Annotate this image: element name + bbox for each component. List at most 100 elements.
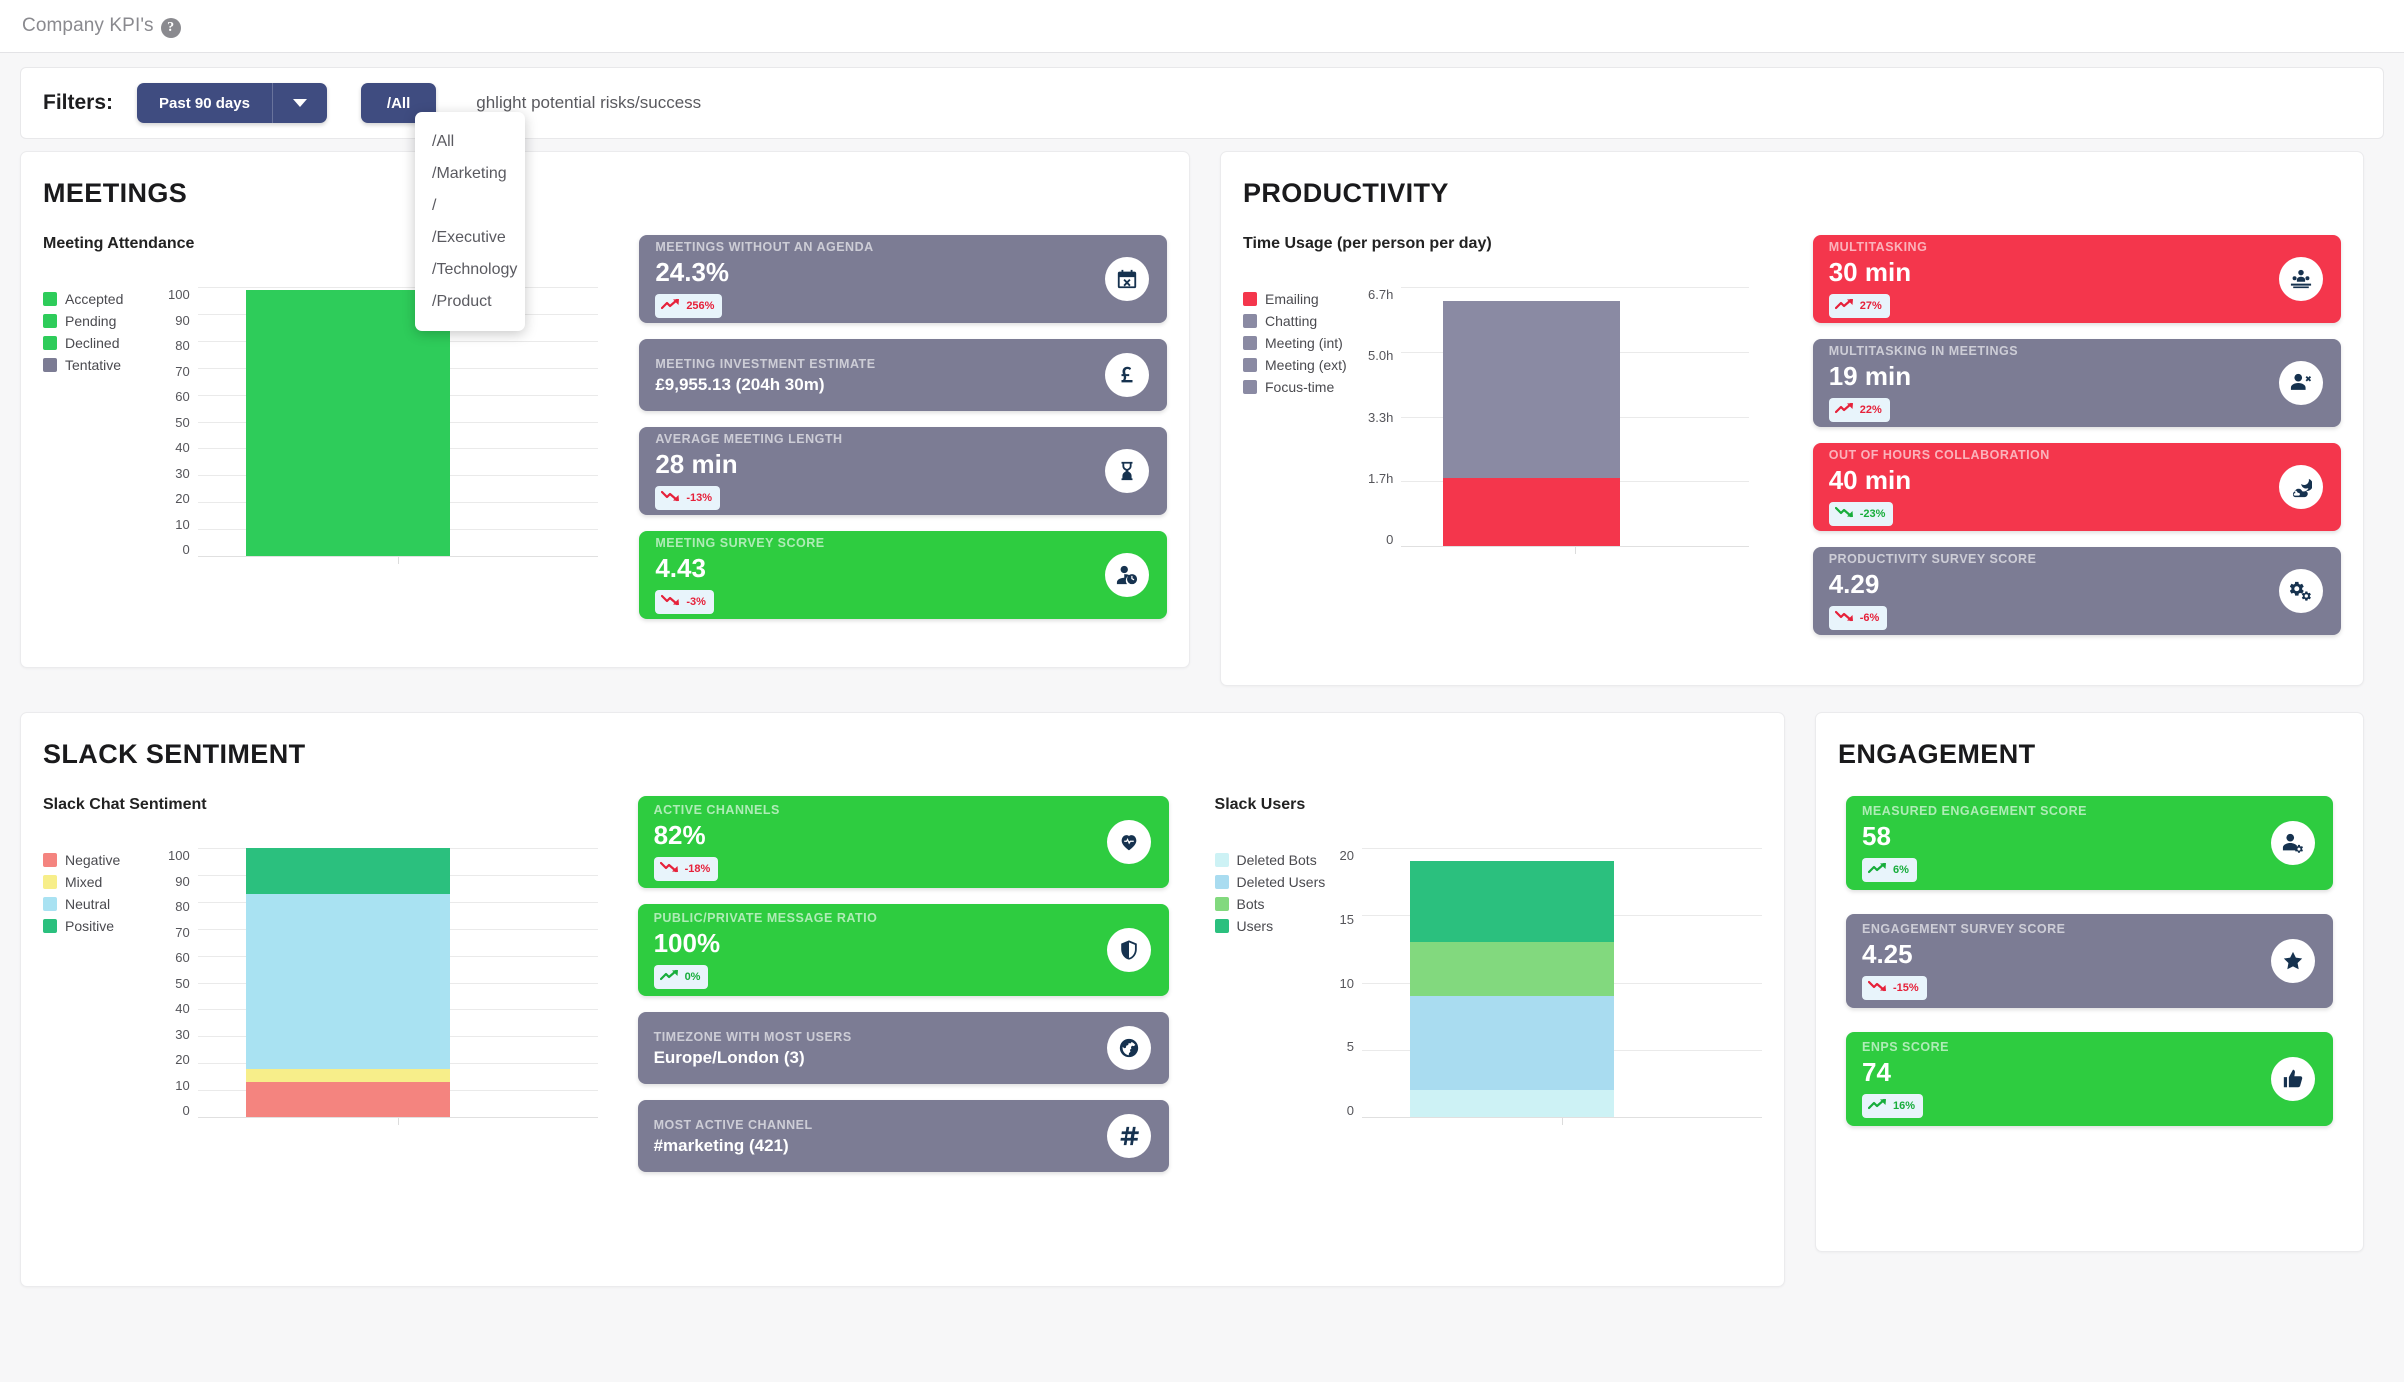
- x-axis-tick: [398, 557, 399, 564]
- bar-segment[interactable]: [246, 1082, 450, 1117]
- page-title: Company KPI's: [22, 15, 154, 37]
- panel-meetings: MEETINGS Meeting Attendance AcceptedPend…: [20, 151, 1190, 668]
- legend-label: Deleted Users: [1237, 874, 1326, 890]
- bar-segment[interactable]: [1410, 942, 1614, 996]
- bar-segment[interactable]: [1443, 351, 1620, 384]
- kpi-card-label: ENPS SCORE: [1862, 1040, 2313, 1054]
- x-axis-tick: [398, 1118, 399, 1125]
- legend-item[interactable]: Positive: [43, 918, 168, 934]
- legend-label: Meeting (ext): [1265, 357, 1347, 373]
- pound-icon: [1105, 353, 1149, 397]
- chevron-down-icon[interactable]: [273, 99, 327, 107]
- kpi-card[interactable]: PUBLIC/PRIVATE MESSAGE RATIO100%0%: [638, 904, 1169, 996]
- globe-icon: [1107, 1026, 1151, 1070]
- kpi-list-meetings: MEETINGS WITHOUT AN AGENDA24.3%256%MEETI…: [639, 235, 1167, 641]
- y-axis-tick: 6.7h: [1368, 287, 1393, 302]
- legend-swatch: [43, 314, 57, 328]
- bar-segment[interactable]: [246, 894, 450, 1069]
- bar-segment[interactable]: [1443, 478, 1620, 546]
- y-axis-tick: 15: [1340, 912, 1354, 927]
- chart-legend-slack-chat-sentiment: Negative Mixed Neutral Positive: [43, 848, 168, 1118]
- bar-segment[interactable]: [1443, 384, 1620, 427]
- kpi-card[interactable]: MEETINGS WITHOUT AN AGENDA24.3%256%: [639, 235, 1167, 323]
- legend-item[interactable]: Deleted Bots: [1215, 852, 1340, 868]
- kpi-card[interactable]: PRODUCTIVITY SURVEY SCORE4.29-6%: [1813, 547, 2341, 635]
- kpi-card-label: PUBLIC/PRIVATE MESSAGE RATIO: [654, 911, 1149, 925]
- kpi-card[interactable]: MEETING SURVEY SCORE4.43-3%: [639, 531, 1167, 619]
- dropdown-item-all[interactable]: /All: [415, 126, 525, 158]
- legend-item[interactable]: Mixed: [43, 874, 168, 890]
- dropdown-item-executive[interactable]: /Executive: [415, 222, 525, 254]
- legend-item[interactable]: Emailing: [1243, 291, 1368, 307]
- legend-item[interactable]: Users: [1215, 918, 1340, 934]
- y-axis-tick: 90: [175, 313, 189, 328]
- legend-item[interactable]: Meeting (ext): [1243, 357, 1368, 373]
- legend-swatch: [43, 336, 57, 350]
- kpi-trend-value: -13%: [686, 492, 712, 504]
- legend-item[interactable]: Tentative: [43, 357, 168, 373]
- legend-item[interactable]: Accepted: [43, 291, 168, 307]
- bar-segment[interactable]: [1410, 1090, 1614, 1117]
- x-axis-tick: [1562, 1118, 1563, 1125]
- legend-item[interactable]: Bots: [1215, 896, 1340, 912]
- kpi-card[interactable]: ENPS SCORE7416%: [1846, 1032, 2333, 1126]
- kpi-card-value: 82%: [654, 822, 1149, 849]
- y-axis-tick: 40: [175, 440, 189, 455]
- y-axis-tick: 20: [175, 491, 189, 506]
- bar-segment[interactable]: [246, 848, 450, 894]
- legend-swatch: [1243, 314, 1257, 328]
- kpi-trend-badge: -15%: [1862, 976, 1927, 1000]
- legend-item[interactable]: Focus-time: [1243, 379, 1368, 395]
- legend-item[interactable]: Chatting: [1243, 313, 1368, 329]
- kpi-card[interactable]: MEASURED ENGAGEMENT SCORE586%: [1846, 796, 2333, 890]
- dropdown-item-technology[interactable]: /Technology: [415, 254, 525, 286]
- kpi-card[interactable]: OUT OF HOURS COLLABORATION40 min-23%: [1813, 443, 2341, 531]
- dropdown-item-product[interactable]: /Product: [415, 286, 525, 318]
- stacked-bar[interactable]: [1443, 301, 1620, 546]
- bar-segment[interactable]: [1443, 426, 1620, 478]
- panel-title-meetings: MEETINGS: [43, 178, 1167, 209]
- bar-segment[interactable]: [1410, 861, 1614, 942]
- kpi-card-label: MEETING SURVEY SCORE: [655, 536, 1147, 550]
- department-dropdown-menu[interactable]: /All/Marketing//Executive/Technology/Pro…: [415, 112, 525, 331]
- kpi-card[interactable]: MOST ACTIVE CHANNEL#marketing (421): [638, 1100, 1169, 1172]
- legend-item[interactable]: Neutral: [43, 896, 168, 912]
- dropdown-item-blank[interactable]: /: [415, 190, 525, 222]
- kpi-card[interactable]: MEETING INVESTMENT ESTIMATE£9,955.13 (20…: [639, 339, 1167, 411]
- stacked-bar[interactable]: [1410, 861, 1614, 1117]
- bar-segment[interactable]: [246, 1069, 450, 1082]
- legend-item[interactable]: Meeting (int): [1243, 335, 1368, 351]
- bar-segment[interactable]: [1410, 996, 1614, 1090]
- calendar-x-icon: [1105, 257, 1149, 301]
- kpi-trend-badge: -6%: [1829, 606, 1888, 630]
- legend-swatch: [1243, 380, 1257, 394]
- y-axis-tick: 40: [175, 1001, 189, 1016]
- kpi-trend-value: -15%: [1893, 982, 1919, 994]
- date-range-button[interactable]: Past 90 days: [137, 83, 327, 123]
- kpi-card[interactable]: TIMEZONE WITH MOST USERSEurope/London (3…: [638, 1012, 1169, 1084]
- kpi-card[interactable]: MULTITASKING30 min27%: [1813, 235, 2341, 323]
- dropdown-item-marketing[interactable]: /Marketing: [415, 158, 525, 190]
- legend-swatch: [43, 853, 57, 867]
- legend-item[interactable]: Pending: [43, 313, 168, 329]
- kpi-trend-badge: 0%: [654, 965, 709, 989]
- legend-label: Negative: [65, 852, 120, 868]
- legend-swatch: [1243, 336, 1257, 350]
- y-axis-tick: 20: [1340, 848, 1354, 863]
- kpi-card[interactable]: MULTITASKING IN MEETINGS19 min22%: [1813, 339, 2341, 427]
- bar-segment[interactable]: [1443, 301, 1620, 351]
- y-axis-tick: 60: [175, 950, 189, 965]
- kpi-card-label: MEETINGS WITHOUT AN AGENDA: [655, 240, 1147, 254]
- kpi-card[interactable]: ACTIVE CHANNELS82%-18%: [638, 796, 1169, 888]
- plot-slack-users: [1362, 848, 1762, 1118]
- stacked-bar[interactable]: [246, 848, 450, 1117]
- kpi-card[interactable]: AVERAGE MEETING LENGTH28 min-13%: [639, 427, 1167, 515]
- legend-item[interactable]: Negative: [43, 852, 168, 868]
- kpi-card-label: ACTIVE CHANNELS: [654, 803, 1149, 817]
- y-axis-tick: 0: [1386, 532, 1393, 547]
- help-circle-icon[interactable]: ?: [161, 18, 181, 38]
- kpi-trend-badge: 22%: [1829, 398, 1890, 422]
- kpi-card[interactable]: ENGAGEMENT SURVEY SCORE4.25-15%: [1846, 914, 2333, 1008]
- legend-item[interactable]: Deleted Users: [1215, 874, 1340, 890]
- legend-item[interactable]: Declined: [43, 335, 168, 351]
